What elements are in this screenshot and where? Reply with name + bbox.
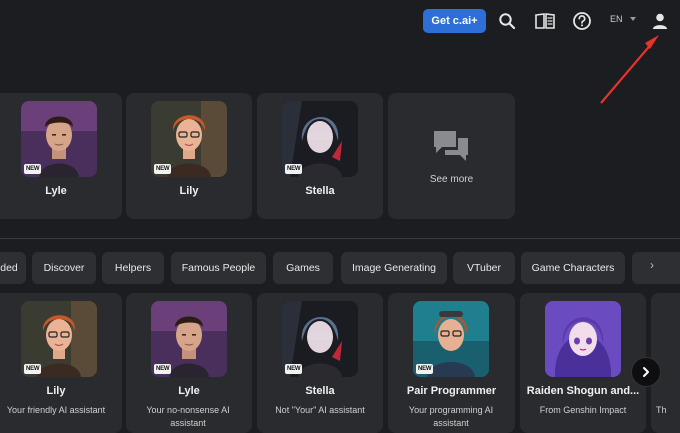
tab-next-partial[interactable] xyxy=(632,252,680,284)
user-icon[interactable] xyxy=(649,10,671,32)
annotation-arrow xyxy=(600,35,659,104)
new-badge: NEW xyxy=(154,364,172,374)
card-description-partial: Th xyxy=(656,405,667,415)
card-description: Your friendly AI assistant xyxy=(6,405,106,415)
new-badge: NEW xyxy=(24,364,42,374)
recent-card-lily[interactable]: NEW Lily xyxy=(126,93,252,219)
avatar: NEW xyxy=(413,301,489,377)
tab-featured[interactable]: ded xyxy=(0,252,26,284)
new-badge: NEW xyxy=(24,164,42,174)
chevron-right-icon[interactable]: › xyxy=(650,258,654,272)
help-icon[interactable] xyxy=(571,10,593,32)
tab-helpers[interactable]: Helpers xyxy=(102,252,164,284)
card-name: Lyle xyxy=(45,185,67,197)
chevron-right-icon xyxy=(643,367,649,377)
new-badge: NEW xyxy=(285,164,303,174)
card-name: Lily xyxy=(179,185,199,197)
featured-card-lily[interactable]: NEW Lily Your friendly AI assistant xyxy=(0,293,122,433)
chat-bubbles-icon xyxy=(432,129,470,170)
card-name: Pair Programmer xyxy=(406,385,497,397)
avatar: NEW xyxy=(282,101,358,177)
tab-discover[interactable]: Discover xyxy=(32,252,96,284)
card-name: Stella xyxy=(305,385,335,397)
new-badge: NEW xyxy=(154,164,172,174)
new-badge: NEW xyxy=(416,364,434,374)
carousel-next-button[interactable] xyxy=(631,357,661,387)
chevron-down-icon xyxy=(630,17,636,21)
new-badge: NEW xyxy=(285,364,303,374)
tab-game-characters[interactable]: Game Characters xyxy=(521,252,625,284)
avatar: NEW xyxy=(282,301,358,377)
card-name: Lily xyxy=(46,385,66,397)
card-description: Not "Your" AI assistant xyxy=(275,405,365,415)
featured-card-raiden-shogun[interactable]: Raiden Shogun and... From Genshin Impact xyxy=(520,293,646,433)
book-icon[interactable] xyxy=(533,10,557,32)
featured-card-lyle[interactable]: NEW Lyle Your no-nonsense AI assistant xyxy=(126,293,252,433)
avatar: NEW xyxy=(21,301,97,377)
avatar: NEW xyxy=(151,301,227,377)
see-more-label: See more xyxy=(429,174,474,185)
card-description: From Genshin Impact xyxy=(539,405,627,415)
tab-vtuber[interactable]: VTuber xyxy=(453,252,515,284)
see-more-card[interactable]: See more xyxy=(388,93,515,219)
featured-card-pair-programmer[interactable]: NEW Pair Programmer Your programming AI … xyxy=(388,293,515,433)
tab-games[interactable]: Games xyxy=(273,252,333,284)
card-description: Your programming AI assistant xyxy=(408,405,494,428)
avatar xyxy=(545,301,621,377)
search-icon[interactable] xyxy=(496,10,518,32)
recent-card-stella[interactable]: NEW Stella xyxy=(257,93,383,219)
card-name: Lyle xyxy=(178,385,200,397)
avatar: NEW xyxy=(151,101,227,177)
avatar: NEW xyxy=(21,101,97,177)
tab-image-generating[interactable]: Image Generating xyxy=(341,252,447,284)
card-description: Your no-nonsense AI assistant xyxy=(146,405,230,428)
language-selector[interactable]: EN xyxy=(610,14,623,24)
featured-card-stella[interactable]: NEW Stella Not "Your" AI assistant xyxy=(257,293,383,433)
card-name: Stella xyxy=(305,185,335,197)
divider xyxy=(0,238,680,239)
card-name: Raiden Shogun and... xyxy=(526,385,640,397)
tab-famous-people[interactable]: Famous People xyxy=(171,252,266,284)
recent-card-lyle[interactable]: NEW Lyle xyxy=(0,93,122,219)
get-cai-plus-button[interactable]: Get c.ai+ xyxy=(423,9,486,33)
